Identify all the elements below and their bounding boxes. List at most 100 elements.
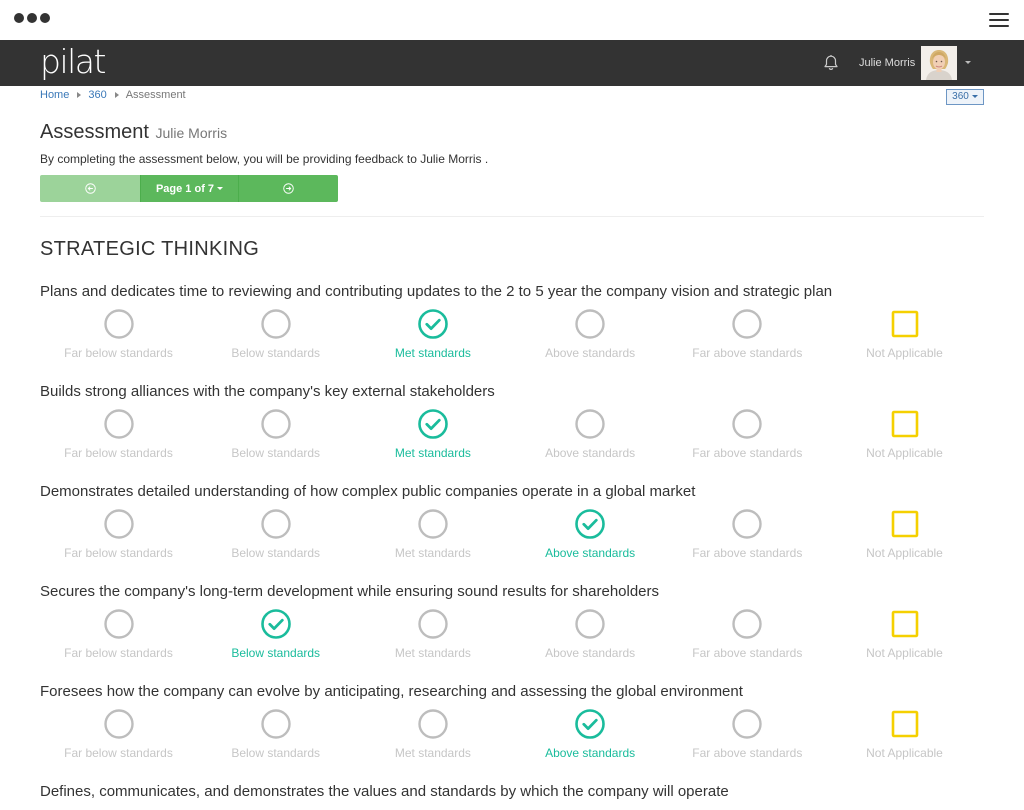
breadcrumb: Home 360 Assessment xyxy=(40,89,186,101)
rating-option[interactable]: Met standards xyxy=(354,308,511,364)
rating-option-label: Far below standards xyxy=(64,546,173,560)
chevron-down-icon xyxy=(217,187,224,190)
user-menu-caret-icon[interactable] xyxy=(965,61,971,64)
breadcrumb-link-360[interactable]: 360 xyxy=(88,89,106,101)
rating-option-not-applicable[interactable]: Not Applicable xyxy=(826,608,983,664)
rating-options: Far below standards Below standards Met st… xyxy=(40,501,984,561)
breadcrumb-separator-icon xyxy=(77,92,82,98)
module-dropdown-button[interactable]: 360 xyxy=(946,89,984,105)
rating-option-label: Far above standards xyxy=(692,346,803,360)
rating-option[interactable]: Above standards xyxy=(512,308,669,364)
empty-circle-icon xyxy=(417,608,449,640)
rating-option[interactable]: Far above standards xyxy=(669,408,826,464)
browser-chrome xyxy=(0,0,1024,40)
rating-option[interactable]: Met standards xyxy=(354,708,511,764)
rating-option[interactable]: Below standards xyxy=(197,608,354,664)
rating-option-label: Far above standards xyxy=(692,446,803,460)
rating-option-not-applicable[interactable]: Not Applicable xyxy=(826,708,983,764)
rating-option-label: Not Applicable xyxy=(866,546,943,560)
rating-option[interactable]: Far above standards xyxy=(669,708,826,764)
rating-option[interactable]: Met standards xyxy=(354,408,511,464)
empty-square-icon xyxy=(889,308,921,340)
rating-option-label: Not Applicable xyxy=(866,446,943,460)
rating-option[interactable]: Below standards xyxy=(197,308,354,364)
user-avatar[interactable] xyxy=(921,46,957,80)
question-text: Demonstrates detailed understanding of h… xyxy=(40,483,696,500)
page-select-button[interactable]: Page 1 of 7 xyxy=(140,175,239,202)
empty-circle-icon xyxy=(574,408,606,440)
bell-icon[interactable] xyxy=(822,54,840,72)
rating-option[interactable]: Above standards xyxy=(512,408,669,464)
page-title-subject: Julie Morris xyxy=(155,125,228,141)
empty-circle-icon xyxy=(731,508,763,540)
previous-page-button[interactable] xyxy=(40,175,140,202)
rating-option[interactable]: Far below standards xyxy=(40,308,197,364)
hamburger-menu-icon[interactable] xyxy=(989,13,1009,27)
app-logo[interactable]: pilat xyxy=(40,42,106,82)
rating-option[interactable]: Met standards xyxy=(354,608,511,664)
empty-circle-icon xyxy=(260,708,292,740)
rating-option[interactable]: Below standards xyxy=(197,508,354,564)
check-circle-icon xyxy=(417,408,449,440)
page-title: Assessment Julie Morris xyxy=(40,120,227,145)
rating-option[interactable]: Far above standards xyxy=(669,608,826,664)
empty-circle-icon xyxy=(103,408,135,440)
empty-circle-icon xyxy=(260,308,292,340)
rating-option[interactable]: Far below standards xyxy=(40,708,197,764)
rating-option[interactable]: Below standards xyxy=(197,708,354,764)
rating-option-label: Met standards xyxy=(394,346,471,360)
rating-option-label: Far below standards xyxy=(64,646,173,660)
rating-option-label: Far below standards xyxy=(64,346,173,360)
rating-option-label: Above standards xyxy=(545,746,636,760)
window-dot xyxy=(14,13,24,23)
window-dot xyxy=(40,13,50,23)
check-circle-icon xyxy=(417,308,449,340)
rating-option-not-applicable[interactable]: Not Applicable xyxy=(826,508,983,564)
rating-option[interactable]: Above standards xyxy=(512,608,669,664)
rating-option-not-applicable[interactable]: Not Applicable xyxy=(826,308,983,364)
breadcrumb-link-home[interactable]: Home xyxy=(40,89,69,101)
rating-option-label: Below standards xyxy=(231,746,321,760)
rating-option-label: Met standards xyxy=(394,446,471,460)
rating-option-label: Far below standards xyxy=(64,446,173,460)
empty-circle-icon xyxy=(574,308,606,340)
rating-option-not-applicable[interactable]: Not Applicable xyxy=(826,408,983,464)
empty-circle-icon xyxy=(417,708,449,740)
empty-circle-icon xyxy=(731,708,763,740)
empty-square-icon xyxy=(889,708,921,740)
page-select-label: Page 1 of 7 xyxy=(155,182,215,195)
rating-option-label: Above standards xyxy=(545,346,636,360)
next-page-button[interactable] xyxy=(239,175,338,202)
question-item: Plans and dedicates time to reviewing an… xyxy=(40,283,984,361)
divider xyxy=(40,216,984,217)
rating-options: Far below standards Below standards Met st… xyxy=(40,701,984,761)
question-text: Builds strong alliances with the company… xyxy=(40,383,495,400)
user-menu-name[interactable]: Julie Morris xyxy=(859,56,915,70)
check-circle-icon xyxy=(260,608,292,640)
rating-option-label: Far below standards xyxy=(64,746,173,760)
rating-option-label: Far above standards xyxy=(692,646,803,660)
rating-option[interactable]: Above standards xyxy=(512,508,669,564)
rating-option[interactable]: Far below standards xyxy=(40,608,197,664)
empty-square-icon xyxy=(889,508,921,540)
empty-circle-icon xyxy=(731,408,763,440)
rating-option[interactable]: Below standards xyxy=(197,408,354,464)
rating-option-label: Below standards xyxy=(231,346,321,360)
question-text: Defines, communicates, and demonstrates … xyxy=(40,783,729,800)
intro-text: By completing the assessment below, you … xyxy=(40,152,489,166)
rating-option[interactable]: Above standards xyxy=(512,708,669,764)
rating-option-label: Below standards xyxy=(231,646,321,660)
rating-option[interactable]: Far below standards xyxy=(40,508,197,564)
circle-arrow-left-icon xyxy=(84,183,96,194)
rating-option[interactable]: Far above standards xyxy=(669,508,826,564)
rating-option-label: Met standards xyxy=(394,746,471,760)
empty-circle-icon xyxy=(260,508,292,540)
question-item: Foresees how the company can evolve by a… xyxy=(40,683,984,761)
page-navigator: Page 1 of 7 xyxy=(40,175,338,202)
question-item: Demonstrates detailed understanding of h… xyxy=(40,483,984,561)
rating-option[interactable]: Met standards xyxy=(354,508,511,564)
rating-option[interactable]: Far below standards xyxy=(40,408,197,464)
empty-circle-icon xyxy=(103,708,135,740)
rating-option-label: Far above standards xyxy=(692,546,803,560)
rating-option[interactable]: Far above standards xyxy=(669,308,826,364)
